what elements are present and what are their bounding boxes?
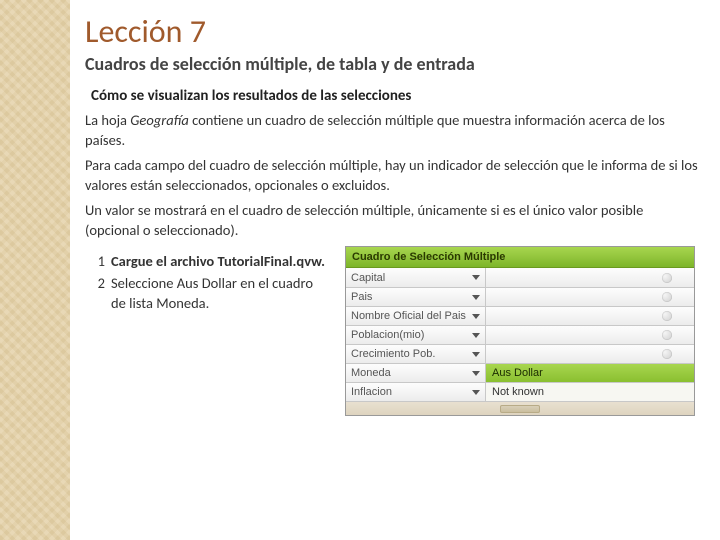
paragraph-1: La hoja Geografía contiene un cuadro de … — [85, 111, 700, 150]
selection-indicator-icon — [662, 273, 672, 283]
field-value[interactable]: Not known — [486, 383, 694, 401]
paragraph-2: Para cada campo del cuadro de selección … — [85, 156, 700, 195]
scrollbar-thumb[interactable] — [500, 405, 540, 413]
multibox-row[interactable]: Crecimiento Pob. — [346, 344, 694, 363]
selection-indicator-icon — [662, 292, 672, 302]
selection-indicator-icon — [662, 311, 672, 321]
field-label: Capital — [351, 272, 385, 284]
text: La hoja — [85, 111, 130, 129]
field-label: Poblacion(mio) — [351, 329, 424, 341]
multibox-row[interactable]: Inflacion Not known — [346, 382, 694, 401]
text: Seleccione — [111, 274, 177, 292]
chevron-down-icon — [472, 333, 480, 338]
multibox-row[interactable]: Poblacion(mio) — [346, 325, 694, 344]
field-label: Inflacion — [351, 386, 392, 398]
step-2: 2 Seleccione Aus Dollar en el cuadro de … — [85, 274, 345, 313]
field-value[interactable] — [486, 345, 694, 363]
text-italic: Moneda — [156, 294, 205, 312]
slide-title: Lección 7 — [85, 12, 700, 51]
multibox-row[interactable]: Nombre Oficial del Pais — [346, 306, 694, 325]
field-value[interactable] — [486, 307, 694, 325]
text-italic: Geografía — [130, 111, 189, 129]
field-value[interactable]: Aus Dollar — [486, 364, 694, 382]
selection-indicator-icon — [662, 330, 672, 340]
decorative-left-band — [0, 0, 70, 540]
field-label: Moneda — [351, 367, 391, 379]
chevron-down-icon — [472, 295, 480, 300]
step-number: 2 — [85, 274, 105, 313]
chevron-down-icon — [472, 390, 480, 395]
multibox-row[interactable]: Moneda Aus Dollar — [346, 363, 694, 382]
multibox-row[interactable]: Pais — [346, 287, 694, 306]
slide-subtitle: Cuadros de selección múltiple, de tabla … — [85, 53, 700, 75]
chevron-down-icon — [472, 352, 480, 357]
field-value[interactable] — [486, 268, 694, 287]
field-dropdown[interactable]: Crecimiento Pob. — [346, 345, 486, 363]
field-dropdown[interactable]: Pais — [346, 288, 486, 306]
field-dropdown[interactable]: Poblacion(mio) — [346, 326, 486, 344]
step-text: Seleccione Aus Dollar en el cuadro de li… — [111, 274, 331, 313]
field-label: Pais — [351, 291, 372, 303]
slide-content: Lección 7 Cuadros de selección múltiple,… — [85, 12, 700, 416]
field-dropdown[interactable]: Capital — [346, 268, 486, 287]
text-italic: Aus Dollar — [177, 274, 237, 292]
field-label: Crecimiento Pob. — [351, 348, 435, 360]
multibox-row[interactable]: Capital — [346, 268, 694, 287]
step-1: 1 Cargue el archivo TutorialFinal.qvw. — [85, 252, 345, 272]
field-dropdown[interactable]: Inflacion — [346, 383, 486, 401]
paragraph-3: Un valor se mostrará en el cuadro de sel… — [85, 201, 700, 240]
step-text: Cargue el archivo TutorialFinal.qvw. — [111, 252, 325, 272]
text: . — [206, 294, 210, 312]
steps-list: 1 Cargue el archivo TutorialFinal.qvw. 2… — [85, 252, 345, 313]
multibox-title: Cuadro de Selección Múltiple — [346, 247, 694, 268]
multi-selection-box[interactable]: Cuadro de Selección Múltiple Capital Pais… — [345, 246, 695, 416]
value-text: Aus Dollar — [492, 367, 543, 379]
selection-indicator-icon — [662, 349, 672, 359]
chevron-down-icon — [472, 371, 480, 376]
field-label: Nombre Oficial del Pais — [351, 310, 466, 322]
multibox-rows: Capital Pais Nombre Oficial del Pais Poblac… — [346, 268, 694, 401]
field-dropdown[interactable]: Nombre Oficial del Pais — [346, 307, 486, 325]
chevron-down-icon — [472, 314, 480, 319]
chevron-down-icon — [472, 275, 480, 280]
field-value[interactable] — [486, 326, 694, 344]
field-value[interactable] — [486, 288, 694, 306]
section-heading: Cómo se visualizan los resultados de las… — [91, 87, 700, 105]
value-text: Not known — [492, 386, 544, 398]
horizontal-scrollbar[interactable] — [346, 401, 694, 415]
field-dropdown[interactable]: Moneda — [346, 364, 486, 382]
step-number: 1 — [85, 252, 105, 272]
